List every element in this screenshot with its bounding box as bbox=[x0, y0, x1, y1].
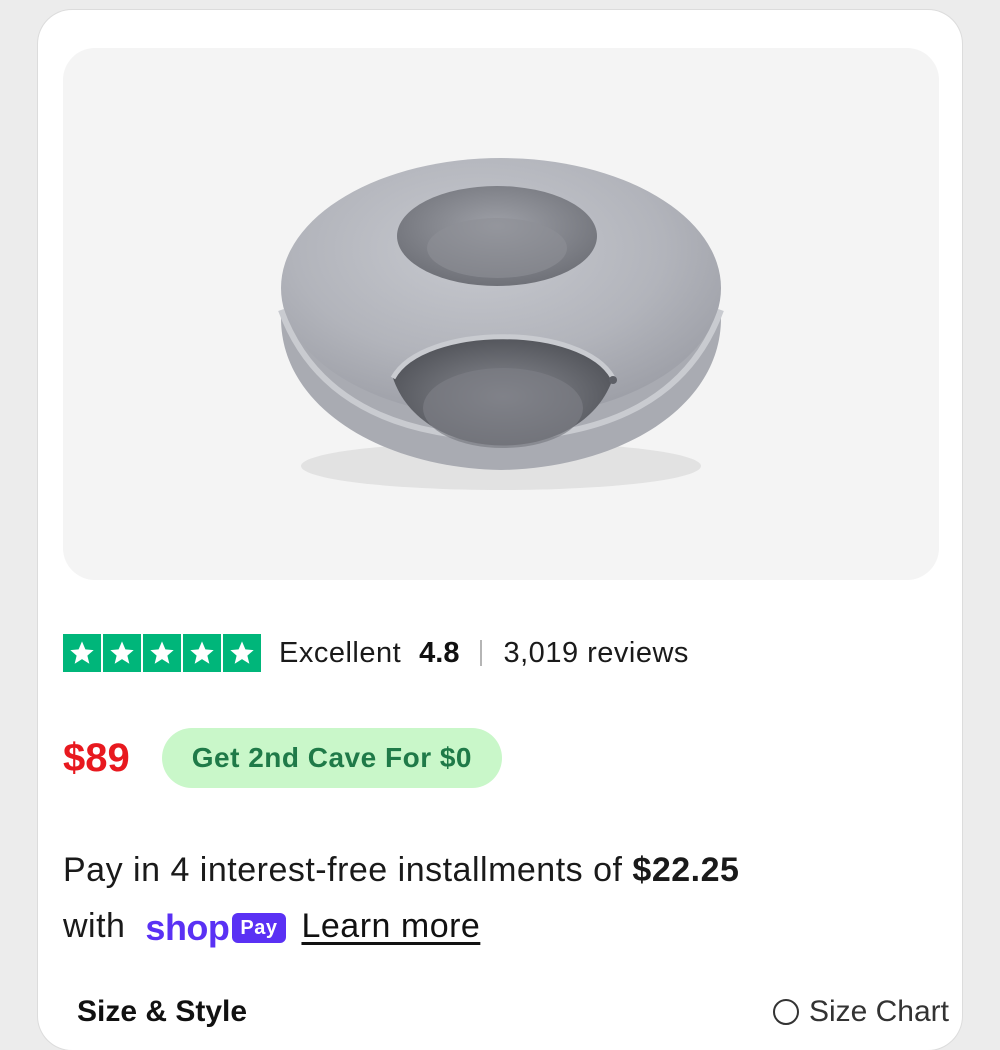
installments-text: Pay in 4 interest-free installments of bbox=[63, 851, 623, 889]
review-count-link[interactable]: 3,019 reviews bbox=[504, 637, 689, 670]
star-rating bbox=[63, 634, 261, 672]
rating-label: Excellent bbox=[279, 636, 402, 669]
product-price: $89 bbox=[63, 735, 130, 780]
size-style-heading: Size & Style bbox=[77, 995, 248, 1028]
rating-row[interactable]: Excellent 4.8 3,019 reviews bbox=[63, 634, 689, 672]
rating-score: 4.8 bbox=[419, 636, 460, 669]
shop-pay-logo: shop Pay bbox=[145, 900, 286, 956]
star-icon bbox=[183, 634, 221, 672]
product-image[interactable] bbox=[63, 48, 939, 580]
learn-more-link[interactable]: Learn more bbox=[301, 907, 480, 945]
size-chart-icon bbox=[772, 999, 799, 1025]
star-icon bbox=[143, 634, 181, 672]
product-card: Excellent 4.8 3,019 reviews $89 Get 2nd … bbox=[38, 10, 962, 1050]
installment-amount: $22.25 bbox=[632, 851, 740, 889]
price-row: $89 Get 2nd Cave For $0 bbox=[63, 728, 503, 788]
size-chart-label: Size Chart bbox=[808, 995, 949, 1028]
shop-pay-badge: Pay bbox=[232, 913, 286, 944]
star-icon bbox=[63, 634, 101, 672]
shop-pay-wordmark: shop bbox=[145, 907, 230, 949]
star-icon bbox=[223, 634, 261, 672]
product-image-container[interactable] bbox=[63, 48, 939, 580]
size-chart-link[interactable]: Size Chart bbox=[772, 995, 949, 1029]
installments-message: Pay in 4 interest-free installments of $… bbox=[63, 842, 943, 956]
rating-divider bbox=[479, 640, 482, 666]
promo-badge: Get 2nd Cave For $0 bbox=[161, 728, 503, 788]
options-header: Size & Style Size Chart bbox=[63, 995, 949, 1029]
installments-with: with bbox=[63, 907, 126, 945]
star-icon bbox=[103, 634, 141, 672]
